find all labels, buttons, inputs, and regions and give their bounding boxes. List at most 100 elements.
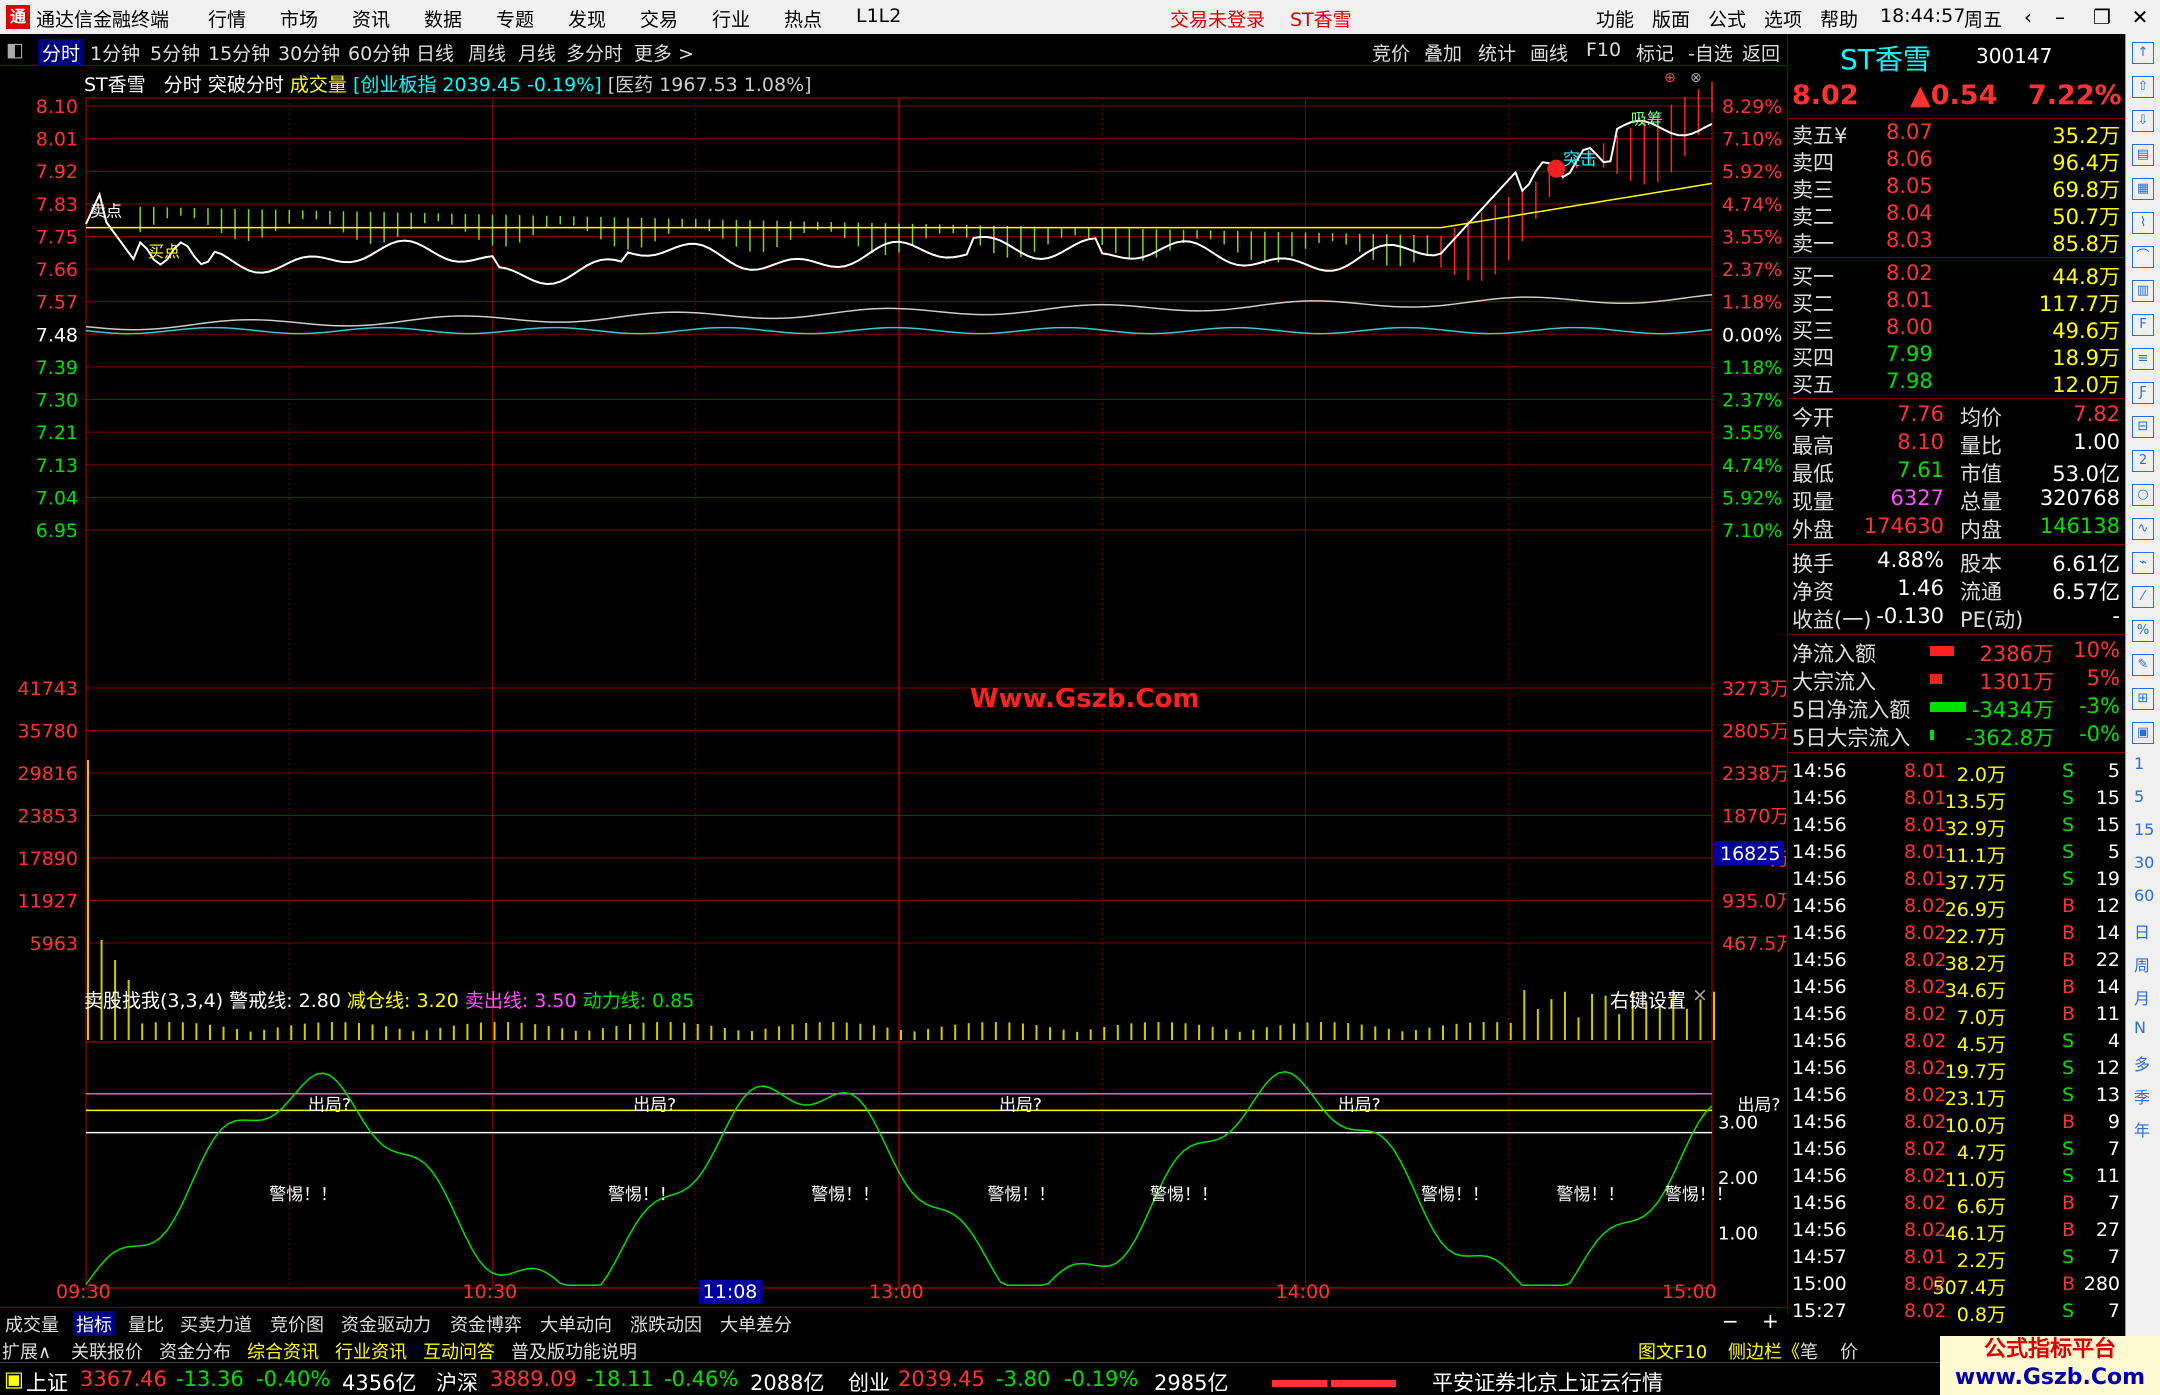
bottom-tab[interactable]: 资金驱动力 <box>338 1311 434 1337</box>
info-tab[interactable]: 综合资讯 <box>247 1338 319 1364</box>
indicator-close-icon[interactable]: × <box>1692 984 1708 1006</box>
tick-row[interactable]: 14:56 8.02 11.0万 S 11 <box>1790 1165 2124 1192</box>
period-shortcut[interactable]: N <box>2134 1018 2146 1037</box>
tick-row[interactable]: 14:56 8.02 22.7万 B 14 <box>1790 922 2124 949</box>
tool-huaxian[interactable]: 画线 <box>1530 39 1568 66</box>
tab-multi[interactable]: 多分时 <box>566 39 623 66</box>
list-icon[interactable]: ▦ <box>2132 178 2154 200</box>
up-icon[interactable]: ⇧ <box>2132 76 2154 98</box>
tab-week[interactable]: 周线 <box>468 39 506 66</box>
menu-hangqing[interactable]: 行情 <box>208 5 246 32</box>
info-tab[interactable]: 普及版功能说明 <box>511 1338 637 1364</box>
minimize-icon[interactable]: – <box>2044 3 2076 31</box>
menu-gongneng[interactable]: 功能 <box>1596 5 1634 32</box>
chart-icon[interactable]: ⌇ <box>2132 212 2154 234</box>
trend-icon[interactable]: ⌁ <box>2132 552 2154 574</box>
remove-indicator-icon[interactable]: − <box>1722 1309 1739 1333</box>
tick-row[interactable]: 14:56 8.02 26.9万 B 12 <box>1790 895 2124 922</box>
tick-row[interactable]: 14:57 8.01 2.2万 S 7 <box>1790 1246 2124 1273</box>
menu-zixun[interactable]: 资讯 <box>352 5 390 32</box>
intraday-chart[interactable]: 卖点买点突击吸筹 出局? 出局? 出局? 出局? 出局?警惕！！ 警惕！！ 警惕！！ 警惕！！… <box>0 66 1786 1307</box>
bottom-tab[interactable]: 资金博弈 <box>447 1311 525 1337</box>
menu-faxian[interactable]: 发现 <box>568 5 606 32</box>
period-shortcut[interactable]: 多 <box>2134 1051 2150 1075</box>
info-tab[interactable]: 行业资讯 <box>335 1338 407 1364</box>
bottom-tab[interactable]: 买卖力道 <box>177 1311 255 1337</box>
period-shortcut[interactable]: 30 <box>2134 853 2154 872</box>
circle-icon[interactable]: ○ <box>2132 484 2154 506</box>
bottom-tab[interactable]: 成交量 <box>2 1311 62 1337</box>
bottom-tab[interactable]: 涨跌动因 <box>627 1311 705 1337</box>
save-icon[interactable]: ▣ <box>2132 722 2154 744</box>
period-shortcut[interactable]: 月 <box>2134 985 2150 1009</box>
restore-icon[interactable]: ❐ <box>2086 3 2118 31</box>
bottom-right-tab[interactable]: 价 <box>1840 1338 1858 1364</box>
status-expand-icon[interactable]: ▣ <box>4 1367 24 1391</box>
tick-row[interactable]: 14:56 8.02 4.5万 S 4 <box>1790 1030 2124 1057</box>
period-shortcut[interactable]: 日 <box>2134 919 2150 943</box>
tick-row[interactable]: 14:56 8.01 32.9万 S 15 <box>1790 814 2124 841</box>
bottom-tab[interactable]: 量比 <box>125 1311 167 1337</box>
tick-row[interactable]: 14:56 8.02 7.0万 B 11 <box>1790 1003 2124 1030</box>
percent-icon[interactable]: % <box>2132 620 2154 642</box>
tab-month[interactable]: 月线 <box>518 39 556 66</box>
period-shortcut[interactable]: 15 <box>2134 820 2154 839</box>
tick-row[interactable]: 14:56 8.01 13.5万 S 15 <box>1790 787 2124 814</box>
menu-hangye[interactable]: 行业 <box>712 5 750 32</box>
tab-5min[interactable]: 5分钟 <box>150 39 200 66</box>
tick-row[interactable]: 14:56 8.02 6.6万 B 7 <box>1790 1192 2124 1219</box>
tab-60min[interactable]: 60分钟 <box>348 39 410 66</box>
calc-icon[interactable]: ⊟ <box>2132 416 2154 438</box>
menu-gongshi[interactable]: 公式 <box>1708 5 1746 32</box>
tool-diejia[interactable]: 叠加 <box>1424 39 1462 66</box>
pencil-icon[interactable]: ✎ <box>2132 654 2154 676</box>
menu-xuanxiang[interactable]: 选项 <box>1764 5 1802 32</box>
f2-icon[interactable]: 2 <box>2132 450 2154 472</box>
add-indicator-icon[interactable]: + <box>1762 1309 1779 1333</box>
tool-f10[interactable]: F10 <box>1586 39 1621 61</box>
tab-more[interactable]: 更多 > <box>634 39 694 66</box>
menu-l1l2[interactable]: L1L2 <box>856 5 901 27</box>
down-icon[interactable]: ⇩ <box>2132 110 2154 132</box>
menu-redian[interactable]: 热点 <box>784 5 822 32</box>
tool-fanhui[interactable]: 返回 <box>1742 39 1780 66</box>
tick-row[interactable]: 14:56 8.01 11.1万 S 5 <box>1790 841 2124 868</box>
tick-row[interactable]: 14:56 8.02 38.2万 B 22 <box>1790 949 2124 976</box>
info-tab[interactable]: 扩展∧ <box>2 1338 51 1364</box>
tool-tongji[interactable]: 统计 <box>1478 39 1516 66</box>
indicator-settings[interactable]: 右键设置 <box>1610 986 1686 1013</box>
grid-icon[interactable]: ▥ <box>2132 280 2154 302</box>
collapse-icon[interactable]: ◧ <box>6 39 24 61</box>
tick-row[interactable]: 14:56 8.02 34.6万 B 14 <box>1790 976 2124 1003</box>
wave-icon[interactable]: ∿ <box>2132 518 2154 540</box>
tick-row[interactable]: 14:56 8.02 19.7万 S 12 <box>1790 1057 2124 1084</box>
bottom-tab[interactable]: 竞价图 <box>267 1311 327 1337</box>
tool-biaoji[interactable]: 标记 <box>1636 39 1674 66</box>
quote-icon[interactable]: ▤ <box>2132 144 2154 166</box>
line-icon[interactable]: ⁄ <box>2132 586 2154 608</box>
up-arrow-icon[interactable]: ↑ <box>2132 42 2154 64</box>
bottom-right-tab[interactable]: 图文F10 <box>1638 1338 1707 1364</box>
close-icon[interactable]: ✕ <box>2124 3 2156 31</box>
tick-row[interactable]: 15:27 8.02 0.8万 S 7 <box>1790 1300 2124 1327</box>
period-shortcut[interactable]: 5 <box>2134 787 2144 806</box>
menu-shichang[interactable]: 市场 <box>280 5 318 32</box>
tab-15min[interactable]: 15分钟 <box>208 39 270 66</box>
tool-jingjia[interactable]: 竞价 <box>1372 39 1410 66</box>
period-shortcut[interactable]: 1 <box>2134 754 2144 773</box>
menu-zhuanti[interactable]: 专题 <box>496 5 534 32</box>
bottom-right-tab[interactable]: 侧边栏《 <box>1728 1338 1800 1364</box>
bottom-tab[interactable]: 大单差分 <box>717 1311 795 1337</box>
f10-icon[interactable]: F <box>2132 314 2154 336</box>
tab-day[interactable]: 日线 <box>416 39 454 66</box>
info-tab[interactable]: 资金分布 <box>159 1338 231 1364</box>
info-icon[interactable]: ≡ <box>2132 348 2154 370</box>
chart-record-icon[interactable]: ⊕ <box>1664 70 1676 86</box>
info-tab[interactable]: 互动问答 <box>423 1338 495 1364</box>
menu-bangzhu[interactable]: 帮助 <box>1820 5 1858 32</box>
bottom-tab[interactable]: 大单动向 <box>537 1311 615 1337</box>
tool-zixuan[interactable]: -自选 <box>1688 39 1733 66</box>
bottom-right-tab[interactable]: 笔 <box>1800 1338 1818 1364</box>
tab-fenshi[interactable]: 分时 <box>38 39 85 66</box>
tab-30min[interactable]: 30分钟 <box>278 39 340 66</box>
